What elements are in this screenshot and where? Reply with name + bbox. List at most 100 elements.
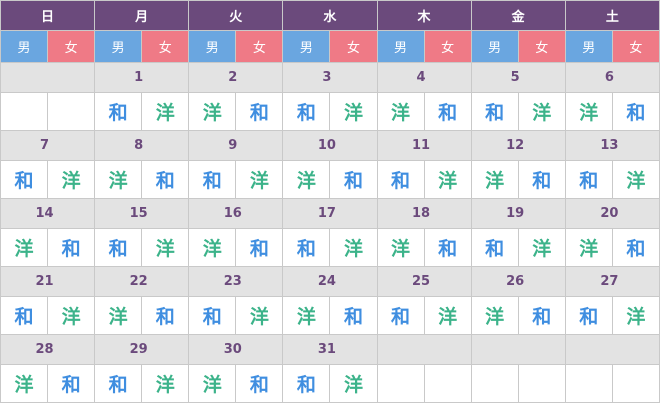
date-cell: 26 [470, 266, 566, 297]
weekday-header-tue: 火 [188, 0, 284, 31]
meal-cell-female: 洋 [517, 228, 566, 267]
date-cell: 3 [282, 62, 378, 93]
date-cell: 20 [564, 198, 660, 229]
meal-cell-male: 和 [94, 228, 143, 267]
meal-cell-female: 和 [235, 364, 284, 403]
meal-cell-female: 洋 [611, 296, 660, 335]
date-cell: 9 [188, 130, 284, 161]
date-cell: 31 [282, 334, 378, 365]
date-cell: 14 [0, 198, 96, 229]
meal-cell-male: 洋 [470, 296, 519, 335]
date-cell: 8 [94, 130, 190, 161]
meal-cell-male: 洋 [470, 160, 519, 199]
date-cell: 17 [282, 198, 378, 229]
meal-cell-female: 和 [235, 228, 284, 267]
male-label-thu: 男 [376, 30, 425, 63]
meal-cell-male: 和 [376, 160, 425, 199]
female-label-thu: 女 [423, 30, 472, 63]
weekday-header-fri: 金 [470, 0, 566, 31]
meal-cell-female: 洋 [47, 296, 96, 335]
meal-cell-male: 洋 [188, 364, 237, 403]
meal-cell-male: 洋 [282, 296, 331, 335]
meal-cell-male: 和 [564, 160, 613, 199]
meal-cell-female: 和 [141, 296, 190, 335]
meal-cell-male: 洋 [376, 92, 425, 131]
date-cell: 6 [564, 62, 660, 93]
meal-cell-male: 和 [188, 160, 237, 199]
female-label-tue: 女 [235, 30, 284, 63]
meal-cell-female: 洋 [47, 160, 96, 199]
meal-cell-female: 洋 [329, 228, 378, 267]
date-cell: 30 [188, 334, 284, 365]
meal-cell-male: 和 [282, 92, 331, 131]
meal-row: 洋和和洋洋和和洋 [0, 364, 660, 403]
meal-cell-female: 和 [517, 160, 566, 199]
meal-cell-female: 和 [329, 160, 378, 199]
meal-cell-male: 洋 [564, 92, 613, 131]
date-cell: 25 [376, 266, 472, 297]
date-cell: 19 [470, 198, 566, 229]
male-label-mon: 男 [94, 30, 143, 63]
meal-cell-male: 洋 [0, 228, 49, 267]
date-cell: 7 [0, 130, 96, 161]
weekday-header-thu: 木 [376, 0, 472, 31]
date-cell: 1 [94, 62, 190, 93]
date-cell: 2 [188, 62, 284, 93]
weekday-header-row: 日月火水木金土 [0, 0, 660, 31]
meal-cell-female: 和 [47, 228, 96, 267]
meal-row: 洋和和洋洋和和洋洋和和洋洋和 [0, 228, 660, 267]
date-cell: 10 [282, 130, 378, 161]
date-cell: 15 [94, 198, 190, 229]
meal-cell-male: 和 [564, 296, 613, 335]
date-cell: 22 [94, 266, 190, 297]
meal-cell-male: 和 [94, 364, 143, 403]
date-cell: 29 [94, 334, 190, 365]
meal-cell-male: 洋 [94, 160, 143, 199]
date-cell: 24 [282, 266, 378, 297]
meal-cell-female: 洋 [329, 92, 378, 131]
meal-calendar: 日月火水木金土 男女男女男女男女男女男女男女 123456和洋洋和和洋洋和和洋洋… [0, 0, 660, 403]
date-row: 28 29 30 31 [0, 334, 660, 365]
meal-cell-male: 洋 [376, 228, 425, 267]
date-row: 123456 [0, 62, 660, 93]
female-label-sun: 女 [47, 30, 96, 63]
meal-cell-female: 洋 [141, 228, 190, 267]
date-cell: 27 [564, 266, 660, 297]
female-label-wed: 女 [329, 30, 378, 63]
meal-cell-male: 洋 [0, 364, 49, 403]
calendar-body: 日月火水木金土 男女男女男女男女男女男女男女 123456和洋洋和和洋洋和和洋洋… [0, 0, 660, 403]
date-row: 14 15 16 17 18 19 20 [0, 198, 660, 229]
meal-cell-male: 和 [0, 160, 49, 199]
date-cell [564, 334, 660, 365]
female-label-sat: 女 [611, 30, 660, 63]
male-label-sun: 男 [0, 30, 49, 63]
date-cell: 16 [188, 198, 284, 229]
meal-cell-male [0, 92, 49, 131]
date-cell: 21 [0, 266, 96, 297]
meal-cell-female: 和 [47, 364, 96, 403]
meal-cell-male: 和 [376, 296, 425, 335]
date-cell [376, 334, 472, 365]
meal-cell-female: 洋 [611, 160, 660, 199]
meal-cell-female: 和 [423, 228, 472, 267]
date-cell: 4 [376, 62, 472, 93]
male-label-sat: 男 [564, 30, 613, 63]
meal-cell-female: 洋 [141, 92, 190, 131]
meal-cell-female: 洋 [423, 296, 472, 335]
meal-cell-male: 洋 [188, 228, 237, 267]
meal-cell-male: 和 [188, 296, 237, 335]
meal-cell-male [376, 364, 425, 403]
meal-cell-male [470, 364, 519, 403]
meal-cell-female: 洋 [235, 296, 284, 335]
meal-cell-female: 和 [235, 92, 284, 131]
meal-cell-female: 洋 [329, 364, 378, 403]
meal-cell-male: 洋 [94, 296, 143, 335]
weekday-header-mon: 月 [94, 0, 190, 31]
meal-cell-female: 和 [329, 296, 378, 335]
date-cell: 18 [376, 198, 472, 229]
meal-cell-female: 洋 [517, 92, 566, 131]
weekday-header-wed: 水 [282, 0, 378, 31]
meal-row: 和洋洋和和洋洋和和洋洋和和洋 [0, 160, 660, 199]
male-label-fri: 男 [470, 30, 519, 63]
date-row: 21 22 23 24 25 26 27 [0, 266, 660, 297]
